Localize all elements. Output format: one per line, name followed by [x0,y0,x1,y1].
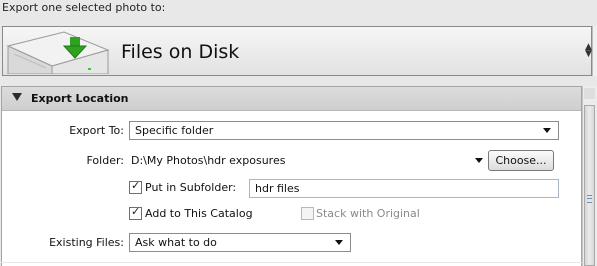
subfolder-label: Put in Subfolder: [145,181,237,194]
export-to-value: Specific folder [135,124,214,137]
destination-dropdown-arrows[interactable]: ▲ ▼ [585,43,592,59]
subfolder-name-input[interactable]: hdr files [249,179,559,198]
add-to-catalog-checkbox[interactable] [129,205,142,220]
export-to-dropdown[interactable]: Specific folder [129,121,559,140]
destination-label: Files on Disk [121,41,240,63]
existing-files-dropdown[interactable]: Ask what to do [129,233,351,252]
folder-history-dropdown-icon[interactable] [475,158,483,163]
choose-folder-button[interactable]: Choose... [488,150,554,171]
hard-drive-icon [6,31,110,74]
panel-bottom-divider [1,262,582,263]
scroll-grip-line [587,198,592,199]
disclosure-triangle-icon[interactable] [12,93,22,101]
stack-with-original-checkbox[interactable] [301,207,314,220]
scroll-up-button[interactable] [584,88,595,99]
folder-path: D:\My Photos\hdr exposures [131,154,286,167]
existing-files-value: Ask what to do [135,236,217,249]
export-header: Export one selected photo to: [2,1,166,14]
existing-files-label: Existing Files: [49,236,124,249]
chevron-down-icon [335,240,343,245]
export-to-label: Export To: [69,124,124,137]
stack-with-original-label: Stack with Original [316,207,420,220]
section-title: Export Location [31,92,129,105]
scroll-grip-icon [587,195,592,203]
add-to-catalog-label: Add to This Catalog [145,207,253,220]
scrollbar-thumb[interactable] [584,105,595,266]
subfolder-checkbox[interactable] [129,179,142,194]
folder-label: Folder: [86,154,124,167]
band-side-edge [592,26,597,76]
chevron-down-icon [543,128,551,133]
